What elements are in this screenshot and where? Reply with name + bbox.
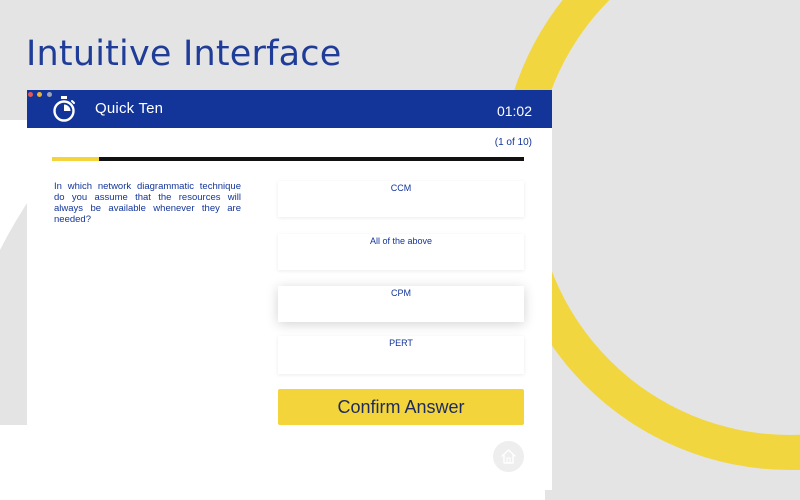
timer-display: 01:02 <box>496 103 532 119</box>
progress-fill <box>52 157 100 161</box>
question-counter: (1 of 10) <box>494 137 532 148</box>
answer-option-label: All of the above <box>369 236 433 246</box>
question-text: In which network diagrammatic technique … <box>54 181 241 225</box>
confirm-answer-label: Confirm Answer <box>337 397 465 417</box>
window-minimize-dot[interactable] <box>37 92 42 97</box>
home-button[interactable] <box>493 441 524 472</box>
confirm-answer-button[interactable]: Confirm Answer <box>278 389 524 425</box>
title-bar: Quick Ten 01:02 <box>27 90 552 128</box>
app-title: Quick Ten <box>95 100 164 117</box>
answer-option-label: CCM <box>390 183 412 193</box>
progress-bar <box>52 157 524 161</box>
answer-option-label: CPM <box>391 288 411 298</box>
answer-option-cpm[interactable]: CPM <box>278 286 524 322</box>
app-window: Quick Ten 01:02 (1 of 10) In which netwo… <box>27 90 552 490</box>
home-icon <box>501 449 516 464</box>
stopwatch-icon <box>53 96 75 122</box>
answer-option-pert[interactable]: PERT <box>278 336 524 374</box>
answer-option-ccm[interactable]: CCM <box>278 181 524 217</box>
window-close-dot[interactable] <box>28 92 33 97</box>
answer-option-all-of-the-above[interactable]: All of the above <box>278 234 524 270</box>
headline: Intuitive Interface <box>26 34 342 74</box>
answer-option-label: PERT <box>389 338 413 348</box>
